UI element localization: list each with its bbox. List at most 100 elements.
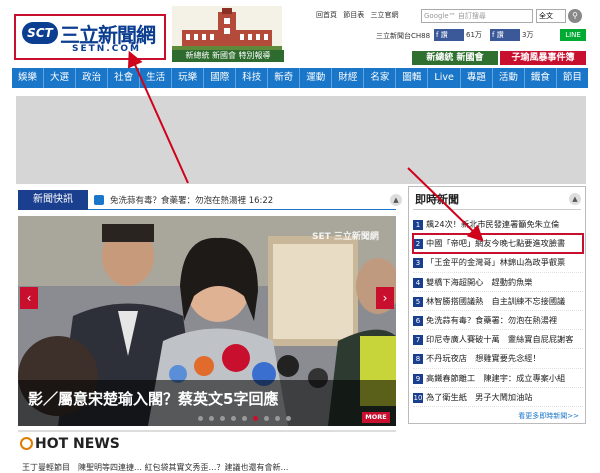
instant-news-panel: 即時新聞 ▲ 1 飆24次！新北市民發連署籲免朱立倫 2 中國「帝吧」網友今晚七點要進… — [408, 186, 586, 424]
hot-news-label: HOT NEWS — [35, 436, 120, 452]
logo-sct-badge: SCT — [22, 22, 58, 44]
instant-news-headline: 「王金平的金灣哥」林錦山為政爭叡票 — [426, 257, 566, 268]
instant-news-item[interactable]: 3 「王金平的金灣哥」林錦山為政爭叡票 — [413, 253, 583, 273]
search-input[interactable]: Google™ 自訂搜尋 — [421, 9, 533, 23]
slider-caption[interactable]: 影／屬意宋楚瑜入閣？蔡英文5字回應 — [28, 388, 278, 409]
slider-dot[interactable] — [242, 416, 247, 421]
instant-news-item[interactable]: 2 中國「帝吧」網友今晚七點要進攻臉書 — [412, 233, 584, 255]
top-link-schedule[interactable]: 節目表 — [343, 11, 364, 19]
instant-news-headline: 印尼寺廣人賽破十萬 靈絲實自屁屁謝客 — [426, 334, 574, 345]
nav-item-gallery[interactable]: 圖輯 — [396, 68, 429, 88]
slider-more-button[interactable]: MORE — [362, 412, 390, 423]
instant-news-headline: 中國「帝吧」網友今晚七點要進攻臉書 — [426, 238, 566, 249]
item-number-badge: 2 — [413, 239, 423, 250]
news-flash-headline[interactable]: 免洗蒜有毒？食藥署：勿泡在熱湯裡 16:22 — [110, 194, 273, 206]
photo-watermark: SET 三立新聞網 — [312, 232, 379, 242]
nav-item-programs[interactable]: 節目 — [557, 68, 588, 88]
nav-item-features[interactable]: 專題 — [461, 68, 493, 88]
instant-news-headline: 雙橋下海超開心 趕動釣魚樂 — [426, 276, 533, 287]
search-icon[interactable]: ⚲ — [568, 9, 582, 23]
chevron-up-icon[interactable]: ▲ — [569, 193, 581, 205]
instant-news-item[interactable]: 4 雙橋下海超開心 趕動釣魚樂 — [413, 273, 583, 292]
slider-prev-button[interactable]: ‹ — [20, 287, 38, 309]
nav-item-tech[interactable]: 科技 — [236, 68, 269, 88]
hot-news-row[interactable]: 王丁曼輕節目 陳聖明等四連捷… 紅包袋其實文秀歪…？建議也還有會新… — [22, 462, 289, 473]
site-logo[interactable]: SCT 三立新聞網 SETN.COM — [14, 14, 166, 60]
instant-news-headline: 林智勝搭國議熱 自主訓練不忘接國議 — [426, 295, 566, 306]
instant-news-list: 1 飆24次！新北市民發連署籲免朱立倫 2 中國「帝吧」網友今晚七點要進攻臉書 3 「王金… — [412, 215, 584, 407]
facebook-like-count: 61万 — [466, 31, 482, 39]
slider-dots — [198, 416, 291, 421]
slider-dot[interactable] — [198, 416, 203, 421]
instant-news-more-link[interactable]: 看更多即時新聞>> — [518, 411, 579, 421]
facebook-like-button-2[interactable]: f 讚 — [490, 29, 520, 41]
instant-news-item[interactable]: 6 免洗蒜有毒？食藥署：勿泡在熱湯裡 — [413, 311, 583, 331]
slider-dot[interactable] — [231, 416, 236, 421]
item-number-badge: 4 — [413, 277, 423, 288]
flash-news-icon — [94, 195, 104, 205]
item-number-badge: 5 — [413, 296, 423, 307]
nav-item-columnists[interactable]: 名家 — [364, 68, 397, 88]
facebook-like-button[interactable]: f 讚 — [434, 29, 464, 41]
divider — [413, 209, 581, 210]
channel-link[interactable]: 三立新聞台CH88 — [376, 31, 430, 41]
instant-news-item[interactable]: 10 為了衛生紙 男子大鬧加油站 — [413, 388, 583, 407]
nav-item-finance[interactable]: 財經 — [332, 68, 365, 88]
slider-dot[interactable] — [275, 416, 280, 421]
news-flash-title: 新聞快訊 — [18, 190, 88, 210]
hot-news-section: HOT NEWS 王丁曼輕節目 陳聖明等四連捷… 紅包袋其實文秀歪…？建議也還有… — [18, 430, 396, 472]
instant-news-headline: 免洗蒜有毒？食藥署：勿泡在熱湯裡 — [426, 314, 558, 325]
instant-news-title: 即時新聞 — [415, 193, 459, 206]
nav-item-international[interactable]: 國際 — [204, 68, 237, 88]
nav-item-entertainment[interactable]: 娛樂 — [12, 68, 45, 88]
banner-caption[interactable]: 新總統 新國會 特別報導 — [172, 50, 284, 62]
nav-item-novelty[interactable]: 新奇 — [268, 68, 301, 88]
item-number-badge: 10 — [413, 392, 423, 403]
top-links: 回首頁 節目表 三立官網 — [316, 10, 402, 20]
slider-dot[interactable] — [220, 416, 225, 421]
instant-news-headline: 飆24次！新北市民發連署籲免朱立倫 — [426, 219, 560, 229]
facebook-like-count-2: 3万 — [522, 31, 534, 39]
instant-news-item[interactable]: 9 高鐵春節離工 陳建宇：成立專案小組 — [413, 369, 583, 388]
main-nav: 娛樂 大選 政治 社會 生活 玩樂 國際 科技 新奇 運動 財經 名家 圖輯 L… — [12, 68, 588, 88]
item-number-badge: 3 — [413, 258, 423, 269]
instant-news-headline: 為了衛生紙 男子大鬧加油站 — [426, 391, 533, 402]
item-number-badge: 7 — [413, 335, 423, 346]
top-link-home[interactable]: 回首頁 — [316, 11, 337, 19]
line-share-button[interactable]: LINE — [560, 29, 586, 41]
instant-news-item[interactable]: 7 印尼寺廣人賽破十萬 靈絲實自屁屁謝客 — [413, 330, 583, 350]
hot-news-title: HOT NEWS — [20, 436, 120, 452]
nav-item-election[interactable]: 大選 — [44, 68, 77, 88]
slider-dot[interactable] — [286, 416, 291, 421]
item-number-badge: 8 — [413, 354, 423, 365]
logo-url: SETN.COM — [72, 44, 141, 54]
instant-news-headline: 高鐵春節離工 陳建宇：成立專案小組 — [426, 372, 566, 383]
nav-item-events[interactable]: 活動 — [493, 68, 525, 88]
nav-item-fun[interactable]: 玩樂 — [172, 68, 205, 88]
instant-news-headline: 不丹玩夜店 想雞實要先念經！ — [426, 353, 541, 364]
instant-news-item[interactable]: 1 飆24次！新北市民發連署籲免朱立倫 — [413, 215, 583, 235]
slider-dot[interactable] — [264, 416, 269, 421]
slider-next-button[interactable]: › — [376, 287, 394, 309]
top-link-official[interactable]: 三立官網 — [370, 11, 398, 19]
instant-news-item[interactable]: 8 不丹玩夜店 想雞實要先念經！ — [413, 349, 583, 369]
nav-item-life[interactable]: 生活 — [140, 68, 173, 88]
item-number-badge: 9 — [413, 373, 423, 384]
nav-item-politics[interactable]: 政治 — [76, 68, 109, 88]
nav-item-food[interactable]: 鐵食 — [525, 68, 557, 88]
nav-item-society[interactable]: 社會 — [108, 68, 141, 88]
presidential-building-banner[interactable] — [172, 6, 282, 50]
news-flash-bar: 新聞快訊 免洗蒜有毒？食藥署：勿泡在熱湯裡 16:22 ▲ — [18, 190, 402, 210]
item-number-badge: 1 — [413, 220, 423, 230]
ad-banner-placeholder[interactable] — [16, 96, 586, 184]
chevron-up-icon[interactable]: ▲ — [390, 194, 402, 206]
instant-news-item[interactable]: 5 林智勝搭國議熱 自主訓練不忘接國議 — [413, 292, 583, 311]
promo-banner-tzuyu[interactable]: 子瑜風暴事件簿 — [500, 51, 586, 65]
slider-dot[interactable] — [253, 416, 258, 421]
nav-item-live[interactable]: Live — [428, 68, 461, 88]
promo-banner-election[interactable]: 新總統 新國會 — [412, 51, 498, 65]
slider-dot[interactable] — [209, 416, 214, 421]
nav-item-sports[interactable]: 運動 — [300, 68, 333, 88]
item-number-badge: 6 — [413, 315, 423, 326]
search-scope-select[interactable]: 全文 — [536, 9, 566, 23]
